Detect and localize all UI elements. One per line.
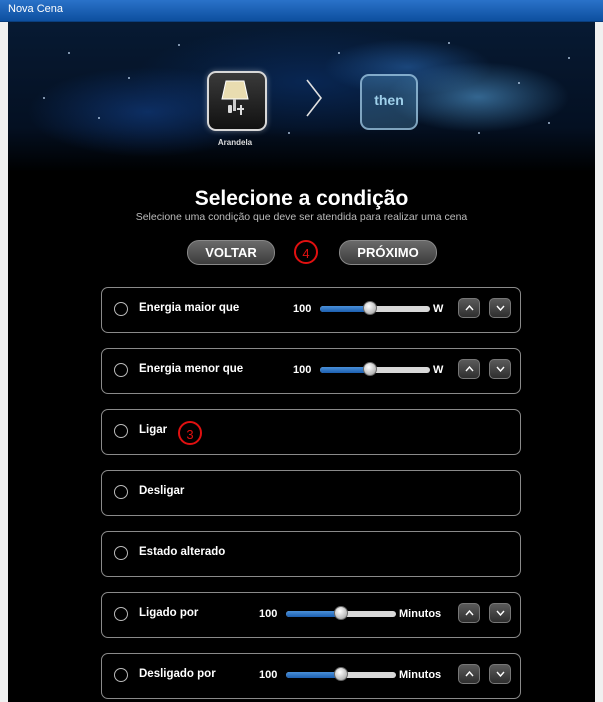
radio-button[interactable] xyxy=(114,607,128,621)
slider-knob[interactable] xyxy=(362,301,377,315)
condition-slider[interactable] xyxy=(286,667,396,681)
then-label: then xyxy=(374,92,404,108)
chevron-down-icon xyxy=(496,671,505,677)
radio-button[interactable] xyxy=(114,363,128,377)
increment-button[interactable] xyxy=(458,603,480,623)
condition-slider[interactable] xyxy=(286,606,396,620)
condition-row-estado-alterado[interactable]: Estado alterado xyxy=(101,531,521,577)
page-subtitle: Selecione uma condição que deve ser aten… xyxy=(135,211,468,223)
slider-fill xyxy=(286,672,341,678)
slider-knob[interactable] xyxy=(334,606,348,620)
condition-unit: Minutos xyxy=(399,669,442,681)
step-badge: 4 xyxy=(294,240,318,264)
chevron-up-icon xyxy=(465,610,474,616)
chevron-down-icon xyxy=(496,305,505,311)
decrement-button[interactable] xyxy=(489,359,511,379)
banner: Arandela then xyxy=(8,22,595,172)
chevron-right-icon xyxy=(306,79,323,117)
decrement-button[interactable] xyxy=(489,298,511,318)
window-title: Nova Cena xyxy=(8,3,64,15)
step-badge: 3 xyxy=(178,421,202,445)
chevron-down-icon xyxy=(496,366,505,372)
condition-label: Desligar xyxy=(139,485,185,497)
condition-slider[interactable] xyxy=(320,362,430,376)
condition-row-energia-maior[interactable]: Energia maior que 100 W xyxy=(101,287,521,333)
condition-label: Desligado por xyxy=(139,668,216,680)
radio-button[interactable] xyxy=(114,485,128,499)
condition-value: 100 xyxy=(293,364,312,376)
condition-row-ligar[interactable]: Ligar 3 xyxy=(101,409,521,455)
condition-unit: W xyxy=(433,303,444,315)
condition-value: 100 xyxy=(259,608,278,620)
condition-unit: Minutos xyxy=(399,608,442,620)
condition-unit: W xyxy=(433,364,444,376)
condition-slider[interactable] xyxy=(320,301,430,315)
back-button[interactable]: VOLTAR xyxy=(187,240,275,265)
condition-value: 100 xyxy=(293,303,312,315)
chevron-up-icon xyxy=(465,305,474,311)
condition-label: Estado alterado xyxy=(139,546,226,558)
wizard-panel: Arandela then Selecione a condição Selec… xyxy=(8,22,595,702)
radio-button[interactable] xyxy=(114,668,128,682)
wall-lamp-icon xyxy=(221,80,249,115)
condition-label: Energia menor que xyxy=(139,363,244,375)
radio-button[interactable] xyxy=(114,302,128,316)
chevron-down-icon xyxy=(496,610,505,616)
condition-row-desligado-por[interactable]: Desligado por 100 Minutos xyxy=(101,653,521,699)
device-tile-arandela[interactable] xyxy=(207,71,267,131)
radio-button[interactable] xyxy=(114,424,128,438)
condition-value: 100 xyxy=(259,669,278,681)
decrement-button[interactable] xyxy=(489,603,511,623)
chevron-up-icon xyxy=(465,671,474,677)
increment-button[interactable] xyxy=(458,359,480,379)
radio-button[interactable] xyxy=(114,546,128,560)
condition-row-ligado-por[interactable]: Ligado por 100 Minutos xyxy=(101,592,521,638)
slider-knob[interactable] xyxy=(334,667,348,681)
decrement-button[interactable] xyxy=(489,664,511,684)
title-bar: Nova Cena xyxy=(0,0,603,22)
page-title: Selecione a condição xyxy=(194,187,409,210)
slider-knob[interactable] xyxy=(362,362,377,376)
next-button[interactable]: PRÓXIMO xyxy=(339,240,437,265)
device-label: Arandela xyxy=(217,138,253,147)
chevron-up-icon xyxy=(465,366,474,372)
increment-button[interactable] xyxy=(458,298,480,318)
condition-label: Ligar xyxy=(139,424,168,436)
condition-label: Energia maior que xyxy=(139,302,240,314)
slider-fill xyxy=(286,611,341,617)
condition-label: Ligado por xyxy=(139,607,199,619)
condition-row-desligar[interactable]: Desligar xyxy=(101,470,521,516)
then-tile[interactable]: then xyxy=(360,74,418,130)
condition-row-energia-menor[interactable]: Energia menor que 100 W xyxy=(101,348,521,394)
increment-button[interactable] xyxy=(458,664,480,684)
